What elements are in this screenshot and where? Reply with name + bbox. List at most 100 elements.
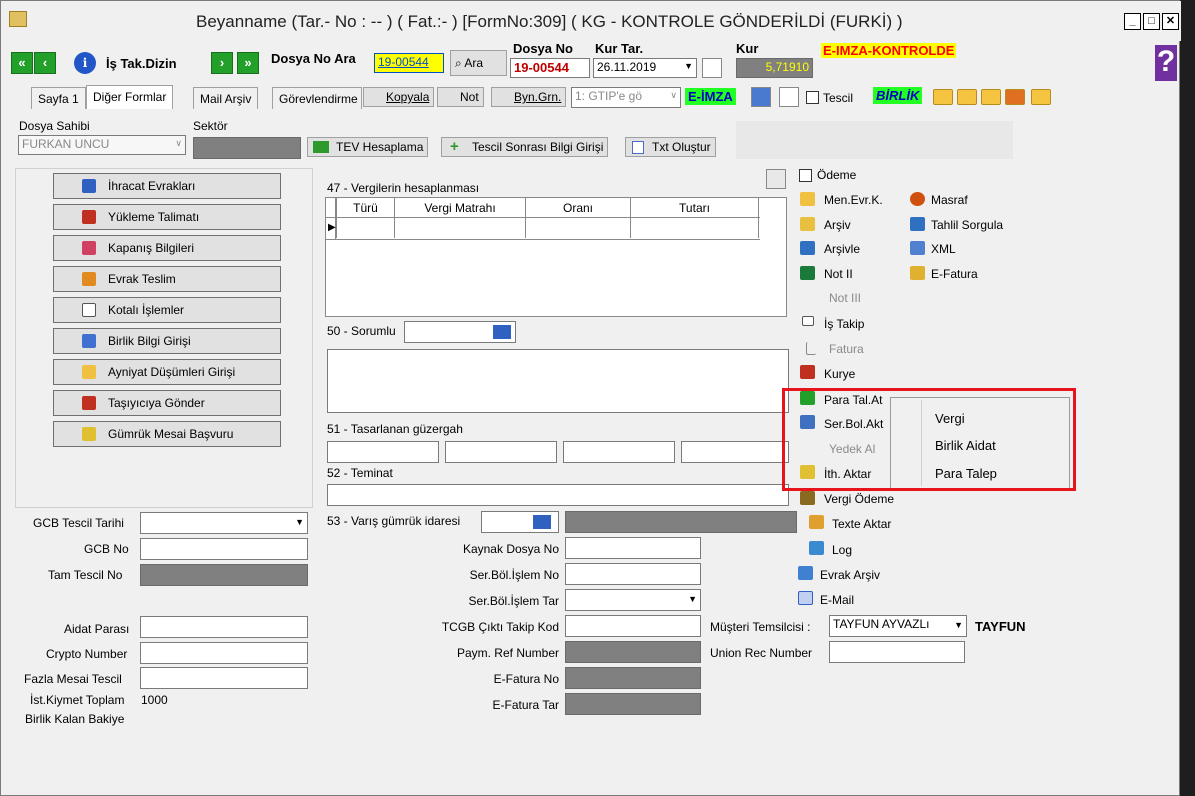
fazla-mesai-tescil-field[interactable] — [140, 667, 308, 689]
gumruk-mesai-button[interactable]: Gümrük Mesai Başvuru — [53, 421, 281, 447]
masraf-item[interactable]: Masraf — [931, 193, 968, 207]
guzergah-field-3[interactable] — [563, 441, 675, 463]
tescil-checkbox[interactable] — [806, 91, 819, 104]
kaynak-dosya-no-field[interactable] — [565, 537, 701, 559]
kur-field: 5,71910 — [736, 58, 813, 78]
evrak-teslim-button[interactable]: Evrak Teslim — [53, 266, 281, 292]
not-button[interactable]: Not — [437, 87, 484, 107]
gcb-tescil-tarihi-combo[interactable]: ▼ — [140, 512, 308, 534]
close-button[interactable]: ✕ — [1162, 13, 1179, 30]
tasiyiciya-gonder-button[interactable]: Taşıyıcıya Gönder — [53, 390, 281, 416]
odeme-label: Ödeme — [817, 168, 857, 182]
birlik-bilgi-girisi-label: Birlik Bilgi Girişi — [108, 334, 191, 348]
calendar-icon — [82, 303, 96, 317]
men-evr-k-item[interactable]: Men.Evr.K. — [824, 193, 883, 207]
previous-record-icon[interactable]: ‹ — [34, 52, 56, 74]
list-icon[interactable] — [493, 325, 511, 339]
dosya-sahibi-combo[interactable]: FURKAN UNCU ∨ — [18, 135, 186, 155]
tam-tescil-no-field — [140, 564, 308, 586]
vergi-grid[interactable]: ▶ Türü Vergi Matrahı Oranı Tutarı — [325, 197, 787, 317]
xml-item[interactable]: XML — [931, 242, 956, 256]
tahlil-sorgula-item[interactable]: Tahlil Sorgula — [931, 218, 1003, 232]
section51-label: 51 - Tasarlanan güzergah — [327, 422, 463, 436]
folder-edit-icon — [82, 241, 96, 255]
not-iii-item[interactable]: Not III — [829, 291, 861, 305]
eimza-button[interactable]: E-İMZA — [685, 88, 736, 105]
kaynak-dosya-no-label: Kaynak Dosya No — [462, 542, 559, 556]
dosya-no-ara-input[interactable]: 19-00544 — [374, 53, 444, 73]
odeme-checkbox[interactable] — [799, 169, 812, 182]
birlik-bilgi-girisi-button[interactable]: Birlik Bilgi Girişi — [53, 328, 281, 354]
guzergah-field-4[interactable] — [681, 441, 789, 463]
folder-icon[interactable] — [933, 89, 953, 105]
next-record-icon[interactable]: › — [211, 52, 233, 74]
kopyala-button[interactable]: Kopyala — [363, 87, 435, 107]
help-icon[interactable]: ? — [1155, 45, 1177, 81]
byn-grn-button[interactable]: Byn.Grn. — [491, 87, 567, 107]
kapanis-bilgileri-button[interactable]: Kapanış Bilgileri — [53, 235, 281, 261]
document-icon — [82, 179, 96, 193]
union-rec-number-field[interactable] — [829, 641, 965, 663]
tab-mail-arsiv[interactable]: Mail Arşiv — [193, 87, 259, 109]
aidat-parasi-field[interactable] — [140, 616, 308, 638]
tab-row: Sayfa 1 Diğer Formlar Mail Arşiv Görevle… — [1, 85, 1181, 109]
calculator-icon[interactable] — [702, 58, 722, 78]
tcgb-cikti-takip-kod-field[interactable] — [565, 615, 701, 637]
minimize-button[interactable]: _ — [1124, 13, 1141, 30]
ser-bol-islem-no-field[interactable] — [565, 563, 701, 585]
efatura-no-label: E-Fatura No — [493, 672, 559, 686]
folder-open-icon[interactable] — [1031, 89, 1051, 105]
folder-up-icon[interactable] — [957, 89, 977, 105]
folder-share-icon[interactable] — [981, 89, 1001, 105]
search-doc-icon[interactable] — [779, 87, 799, 107]
section52-label: 52 - Teminat — [327, 466, 393, 480]
efatura-item[interactable]: E-Fatura — [931, 267, 978, 281]
texte-aktar-item[interactable]: Texte Aktar — [832, 517, 891, 531]
tescil-sonrasi-button[interactable]: + Tescil Sonrası Bilgi Girişi — [441, 137, 609, 157]
ara-button[interactable]: ⌕ Ara — [450, 50, 507, 76]
tab-sayfa1[interactable]: Sayfa 1 — [31, 87, 86, 109]
folder-tools-icon[interactable] — [1005, 89, 1025, 105]
vergi-odeme-item[interactable]: Vergi Ödeme — [824, 492, 894, 506]
sektor-label: Sektör — [193, 119, 228, 133]
teminat-field[interactable] — [327, 484, 789, 506]
crypto-number-field[interactable] — [140, 642, 308, 664]
birlik-button[interactable]: BİRLİK — [873, 87, 923, 104]
guzergah-field-1[interactable] — [327, 441, 439, 463]
dosya-no-ara-label: Dosya No Ara — [271, 51, 356, 66]
gcb-no-field[interactable] — [140, 538, 308, 560]
fatura-item[interactable]: Fatura — [829, 342, 864, 356]
kotali-islemler-button[interactable]: Kotalı İşlemler — [53, 297, 281, 323]
last-record-icon[interactable]: » — [237, 52, 259, 74]
ihracat-evraklari-button[interactable]: İhracat Evrakları — [53, 173, 281, 199]
arsivle-item[interactable]: Arşivle — [824, 242, 860, 256]
kur-tar-field[interactable]: 26.11.2019 ▼ — [593, 58, 697, 78]
ser-bol-islem-tar-combo[interactable]: ▼ — [565, 589, 701, 611]
maximize-button[interactable]: □ — [1143, 13, 1160, 30]
gtip-combo[interactable]: 1: GTIP'e gö ∨ — [571, 87, 681, 108]
calculator-grid-icon[interactable] — [766, 169, 786, 189]
guzergah-field-2[interactable] — [445, 441, 557, 463]
kur-tar-label: Kur Tar. — [595, 41, 644, 56]
log-item[interactable]: Log — [832, 543, 852, 557]
not-ii-item[interactable]: Not II — [824, 267, 853, 281]
tab-diger-formlar[interactable]: Diğer Formlar — [86, 85, 174, 109]
info-icon[interactable]: i — [74, 52, 96, 74]
tev-hesaplama-button[interactable]: TEV Hesaplama — [307, 137, 429, 157]
arsiv-item[interactable]: Arşiv — [824, 218, 851, 232]
evrak-arsiv-icon — [798, 566, 813, 580]
first-record-icon[interactable]: « — [11, 52, 33, 74]
shield-icon[interactable] — [751, 87, 771, 107]
txt-olustur-button[interactable]: Txt Oluştur — [625, 137, 716, 157]
email-item[interactable]: E-Mail — [820, 593, 854, 607]
evrak-arsiv-item[interactable]: Evrak Arşiv — [820, 568, 880, 582]
yukleme-talimati-button[interactable]: Yükleme Talimatı — [53, 204, 281, 230]
sorumlu-textarea[interactable] — [327, 349, 789, 413]
list-icon[interactable] — [533, 515, 551, 529]
is-takip-item[interactable]: İş Takip — [824, 317, 864, 331]
ayniyat-dusumleri-button[interactable]: Ayniyat Düşümleri Girişi — [53, 359, 281, 385]
kurye-item[interactable]: Kurye — [824, 367, 855, 381]
tab-gorevlendirme[interactable]: Görevlendirme — [272, 87, 362, 109]
email-icon — [798, 591, 813, 605]
musteri-temsilcisi-combo[interactable]: TAYFUN AYVAZLı ▼ — [829, 615, 967, 637]
